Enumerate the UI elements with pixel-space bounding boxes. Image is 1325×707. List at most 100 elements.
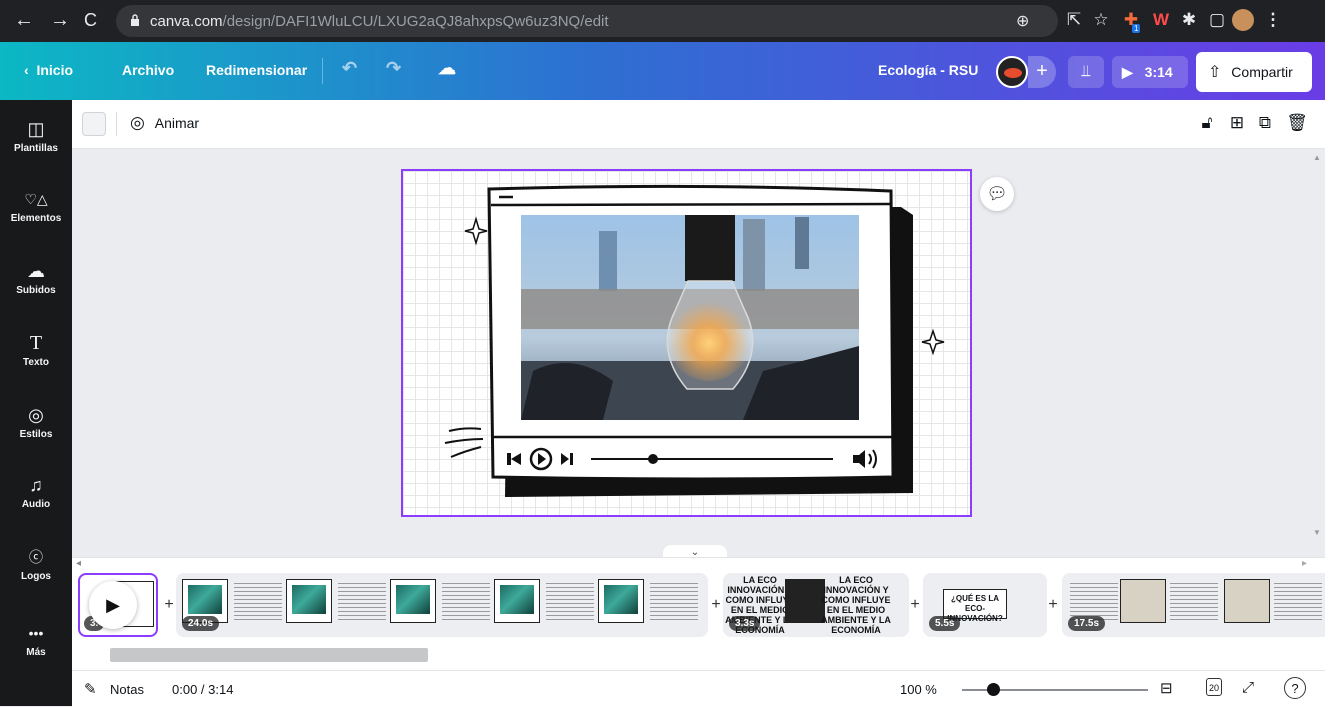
help-icon[interactable]: ? — [1284, 677, 1306, 699]
sidepanel-icon[interactable]: ▢ — [1206, 9, 1228, 31]
sidebar-item-uploads[interactable]: ☁ Subidos — [0, 260, 72, 296]
timeline-scrollbar[interactable] — [110, 648, 428, 662]
notes-icon[interactable]: ✎ — [84, 680, 97, 698]
lock-icon — [131, 14, 139, 26]
header-divider — [322, 58, 323, 84]
sidebar-item-label: Estilos — [19, 429, 53, 440]
clip-duration: 17.5s — [1068, 616, 1106, 631]
sidebar-item-text[interactable]: T Texto — [0, 332, 72, 368]
zoom-page-icon[interactable]: ⊕ — [1016, 11, 1029, 31]
w-extension-icon[interactable]: W — [1150, 9, 1172, 31]
timeline-clip[interactable]: LA ECO INNOVACIÓN Y COMO INFLUYE EN EL M… — [723, 573, 909, 637]
clip-duration: 3.3s — [729, 616, 761, 631]
sidebar-item-label: Elementos — [10, 213, 62, 224]
music-icon: ♫ — [29, 475, 43, 495]
page-count-button[interactable]: 20 — [1206, 678, 1222, 696]
clip-duration: 5.5s — [929, 616, 961, 631]
timeline-clip[interactable]: 24.0s — [176, 573, 708, 637]
sidebar-item-elements[interactable]: ♡△ Elementos — [0, 188, 72, 224]
fullscreen-icon[interactable]: ⤢ — [1242, 679, 1254, 696]
puzzle-icon[interactable]: ✱ — [1178, 9, 1200, 31]
sidebar-item-label: Plantillas — [14, 143, 58, 154]
add-clip-button[interactable]: + — [162, 596, 176, 614]
cloud-saved-icon[interactable]: ☁ — [438, 58, 456, 79]
redo-icon[interactable]: ↷ — [386, 58, 401, 79]
animate-button[interactable]: ◎ Animar — [130, 113, 199, 133]
clip-duration: 24.0s — [182, 616, 220, 631]
add-clip-button[interactable]: + — [709, 596, 723, 614]
zoom-slider-knob[interactable] — [987, 683, 1000, 696]
background-color-swatch[interactable] — [82, 112, 106, 136]
zoom-level[interactable]: 100 % — [900, 682, 937, 697]
templates-icon: ◫ — [27, 119, 45, 139]
add-comment-icon[interactable]: 💬︎ — [980, 177, 1014, 211]
profile-avatar[interactable] — [1232, 9, 1254, 31]
context-toolbar: ◎ Animar 🔓︎ ⊞ ⧉ 🗑︎ — [72, 100, 1325, 149]
editor-header: ‹ Inicio Archivo Redimensionar ↶ ↷ ☁ Eco… — [0, 42, 1325, 100]
url-text: canva.com/design/DAFI1WluLCU/LXUG2aQJ8ah… — [150, 13, 609, 30]
timeline-left-arrow-icon[interactable]: ◂ — [76, 558, 81, 569]
insights-icon[interactable]: ⫫ — [1068, 56, 1104, 88]
add-collaborator-button[interactable]: + — [1028, 56, 1056, 88]
animate-icon: ◎ — [130, 113, 145, 132]
more-icon: ••• — [28, 625, 44, 641]
kebab-menu-icon[interactable]: ⋮ — [1262, 9, 1284, 31]
home-link[interactable]: ‹ Inicio — [24, 62, 73, 78]
timeline-clip[interactable]: ¿QUÉ ES LA ECO-INNOVACIÓN? 5.5s — [923, 573, 1047, 637]
design-page[interactable] — [401, 169, 972, 517]
undo-icon[interactable]: ↶ — [342, 58, 357, 79]
trash-icon[interactable]: 🗑︎ — [1286, 112, 1308, 134]
sidebar-item-label: Audio — [21, 499, 51, 510]
sidebar-item-audio[interactable]: ♫ Audio — [0, 474, 72, 510]
design-title[interactable]: Ecología - RSU — [878, 62, 978, 78]
left-sidebar: ◫ Plantillas ♡△ Elementos ☁ Subidos T Te… — [0, 100, 72, 706]
extension-badge: 1 — [1132, 24, 1141, 33]
share-label: Compartir — [1231, 64, 1293, 80]
timeline-clip[interactable]: 17.5s — [1062, 573, 1325, 637]
back-icon[interactable]: ← — [14, 9, 34, 31]
present-duration: 3:14 — [1144, 64, 1173, 80]
sidebar-item-label: Texto — [23, 357, 49, 368]
add-clip-button[interactable]: + — [908, 596, 922, 614]
notes-button[interactable]: Notas — [110, 682, 144, 697]
share-page-icon[interactable]: ⇱ — [1063, 9, 1085, 31]
clip-title-text: LA ECO INNOVACIÓN Y COMO INFLUYE EN EL M… — [821, 575, 891, 635]
palette-icon: ◎ — [28, 405, 44, 425]
collaborator-avatar[interactable] — [996, 56, 1028, 88]
playback-time: 0:00 / 3:14 — [172, 682, 234, 697]
file-menu[interactable]: Archivo — [122, 62, 174, 78]
grid-view-icon[interactable]: ⊟ — [1160, 679, 1173, 697]
timeline-right-arrow-icon[interactable]: ▸ — [1302, 558, 1307, 569]
upload-share-icon: ⇧ — [1208, 64, 1222, 81]
play-button[interactable]: ▶ — [89, 581, 137, 629]
clip-title-text: ¿QUÉ ES LA ECO-INNOVACIÓN? — [943, 589, 1007, 623]
video-player-illustration — [444, 184, 945, 497]
forward-icon[interactable]: → — [50, 9, 70, 31]
browser-chrome: ← → C canva.com/design/DAFI1WluLCU/LXUG2… — [0, 0, 1325, 42]
toolbar-divider — [116, 112, 117, 136]
sidebar-item-logos[interactable]: ⓒ Logos — [0, 546, 72, 582]
animate-label: Animar — [154, 115, 200, 131]
reload-icon[interactable]: C — [84, 9, 97, 31]
sidebar-item-label: Logos — [21, 571, 51, 582]
share-button[interactable]: ⇧ Compartir — [1196, 52, 1312, 92]
bookmark-star-icon[interactable]: ☆ — [1090, 9, 1112, 31]
add-clip-button[interactable]: + — [1046, 596, 1060, 614]
sidebar-item-label: Más — [26, 647, 46, 658]
sidebar-item-label: Subidos — [16, 285, 56, 296]
sidebar-item-more[interactable]: ••• Más — [0, 622, 72, 658]
lock-page-icon[interactable]: 🔓︎ — [1196, 112, 1218, 134]
upload-icon: ☁ — [27, 261, 45, 281]
present-button[interactable]: ▶ 3:14 — [1112, 56, 1188, 88]
logos-icon: ⓒ — [29, 549, 43, 565]
text-icon: T — [29, 332, 43, 354]
add-page-icon[interactable]: ⊞ — [1226, 112, 1248, 134]
resize-menu[interactable]: Redimensionar — [206, 62, 307, 78]
canvas-vertical-scrollbar[interactable]: ▲ ▼ — [1309, 149, 1325, 557]
play-icon: ▶ — [1122, 64, 1133, 80]
elements-icon: ♡△ — [24, 191, 48, 207]
address-bar[interactable]: canva.com/design/DAFI1WluLCU/LXUG2aQJ8ah… — [116, 5, 1058, 37]
sidebar-item-templates[interactable]: ◫ Plantillas — [0, 118, 72, 154]
sidebar-item-styles[interactable]: ◎ Estilos — [0, 404, 72, 440]
duplicate-page-icon[interactable]: ⧉ — [1254, 112, 1276, 134]
